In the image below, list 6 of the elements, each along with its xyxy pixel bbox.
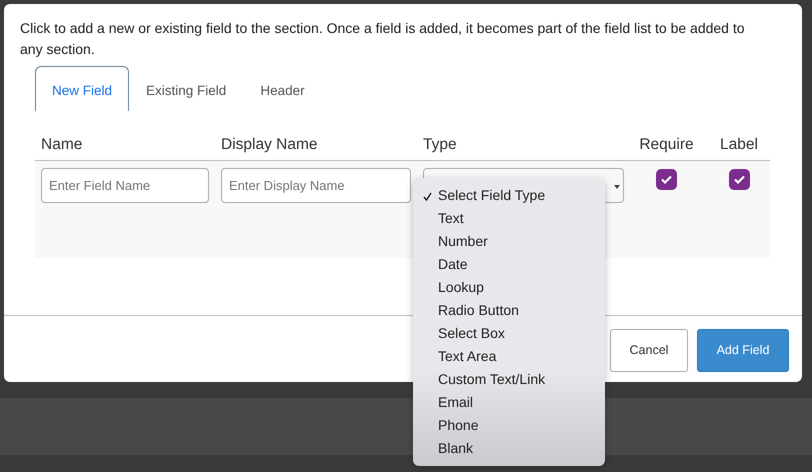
- column-header: Display Name: [221, 136, 318, 153]
- column-header: Name: [41, 136, 82, 153]
- column-header: Require: [639, 136, 694, 153]
- description-text: Click to add a new or existing field to the section. Once a field is added, it becomes part of the field list to be added to any section.: [19, 19, 746, 59]
- column-header: Label: [720, 136, 758, 153]
- column-header: Type: [423, 136, 457, 153]
